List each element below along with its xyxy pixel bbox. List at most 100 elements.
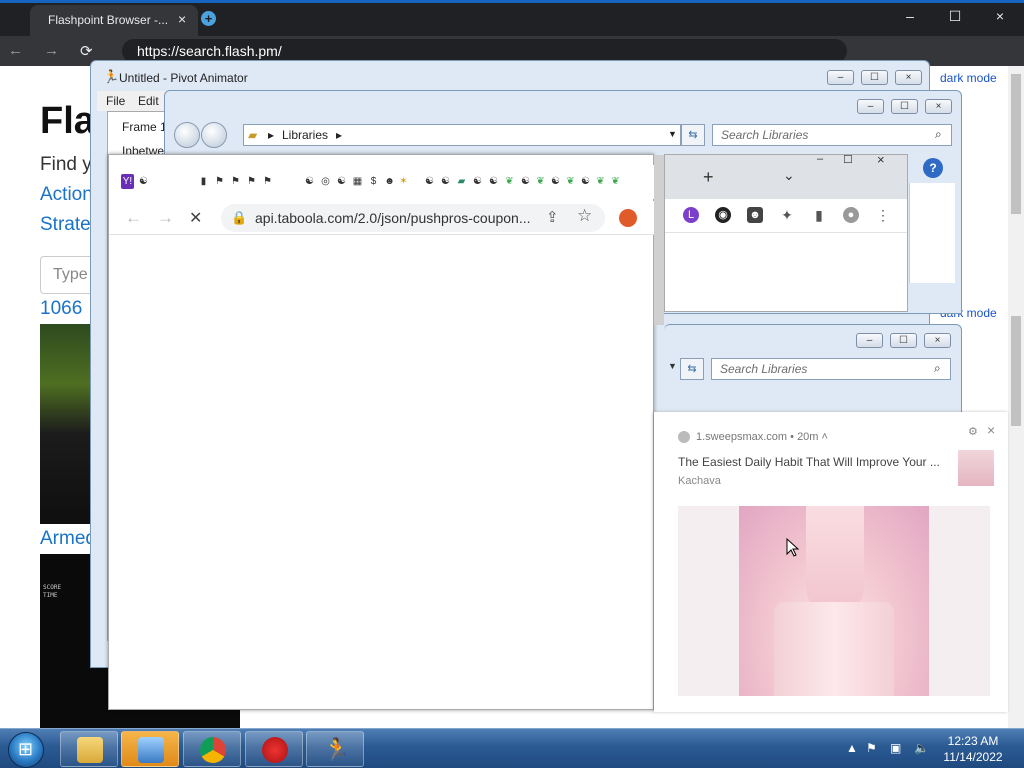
side-panel-icon[interactable]: ▮ <box>811 207 827 223</box>
tab-search-chevron-icon[interactable]: ⌄ <box>783 167 795 184</box>
chrome-minimize-icon[interactable]: – <box>817 153 823 165</box>
bookmark-star-icon[interactable]: ☆ <box>577 206 592 226</box>
fp-tab[interactable]: Flashpoint Browser -... × <box>30 5 198 36</box>
bookmark-22-icon[interactable]: ☯ <box>549 174 562 189</box>
bookmark-9-icon[interactable]: ☯ <box>335 174 348 189</box>
tray-expand-icon[interactable]: ▲ <box>846 741 858 755</box>
profile-avatar-icon[interactable]: ● <box>843 207 859 223</box>
menu-edit[interactable]: Edit <box>138 94 159 108</box>
bookmark-17-icon[interactable]: ☯ <box>471 174 484 189</box>
explorer1-maximize-button[interactable]: ☐ <box>891 99 918 114</box>
explorer1-minimize-button[interactable]: – <box>857 99 884 114</box>
chrome-menu-icon[interactable]: ⋮ <box>875 207 891 223</box>
address-libraries[interactable]: Libraries <box>282 128 328 142</box>
bookmark-15-icon[interactable]: ☯ <box>439 174 452 189</box>
popup-forward-icon[interactable]: → <box>157 208 174 228</box>
explorer-back-icon[interactable] <box>174 122 200 148</box>
bookmark-24-icon[interactable]: ☯ <box>579 174 592 189</box>
extension-orange-icon[interactable] <box>619 209 637 227</box>
bookmark-26-icon[interactable]: ❦ <box>609 174 622 189</box>
chrome-close-icon[interactable]: × <box>877 152 885 167</box>
stop-loading-icon[interactable]: ✕ <box>189 208 202 228</box>
bookmark-23-icon[interactable]: ❦ <box>564 174 577 189</box>
explorer2-refresh-icon[interactable]: ⇆ <box>680 358 704 380</box>
address-dropdown-icon[interactable]: ▼ <box>668 129 677 139</box>
notification-close-icon[interactable]: × <box>987 422 995 438</box>
taskbar-chrome-button[interactable] <box>183 731 241 767</box>
bookmark-18-icon[interactable]: ☯ <box>487 174 500 189</box>
bookmark-13-icon[interactable]: ✶ <box>397 174 410 189</box>
bookmark-25-icon[interactable]: ❦ <box>594 174 607 189</box>
reload-icon[interactable]: ⟳ <box>80 42 93 60</box>
new-tab-icon[interactable]: + <box>201 11 216 26</box>
bookmark-14-icon[interactable]: ☯ <box>423 174 436 189</box>
scroll-thumb[interactable] <box>1011 74 1021 214</box>
back-icon[interactable]: ← <box>8 42 23 59</box>
bookmark-11-icon[interactable]: $ <box>367 174 380 189</box>
start-button[interactable]: ⊞ <box>8 732 44 768</box>
notification-settings-icon[interactable]: ⚙ <box>968 425 978 438</box>
bookmark-4-icon[interactable]: ⚑ <box>229 174 242 189</box>
bookmark-21-icon[interactable]: ❦ <box>534 174 547 189</box>
link-strategy[interactable]: Strate <box>40 214 91 236</box>
bookmark-8-icon[interactable]: ◎ <box>319 174 332 189</box>
forward-icon[interactable]: → <box>44 42 59 59</box>
bookmark-10-icon[interactable]: ▦ <box>351 174 364 189</box>
bookmark-16-icon[interactable]: ▰ <box>455 174 468 189</box>
taskbar-pivot-button[interactable]: 🏃 <box>306 731 364 767</box>
taskbar-media-button[interactable] <box>121 731 179 767</box>
maximize-icon[interactable]: ☐ <box>945 8 965 25</box>
bookmark-12-icon[interactable]: ☻ <box>383 174 396 189</box>
bookmark-yahoo-icon[interactable]: Y! <box>121 174 134 189</box>
new-tab-plus-icon[interactable]: + <box>703 167 714 188</box>
explorer2-maximize-button[interactable]: ☐ <box>890 333 917 348</box>
taskbar-explorer-button[interactable] <box>60 731 118 767</box>
bookmark-7-icon[interactable]: ☯ <box>303 174 316 189</box>
scroll-thumb-2[interactable] <box>1011 316 1021 426</box>
pivot-maximize-button[interactable]: ☐ <box>861 70 888 85</box>
popup-scrollbar[interactable] <box>654 155 664 325</box>
game-title-1066[interactable]: 1066 <box>40 298 82 320</box>
taskbar-clock[interactable]: 12:23 AM 11/14/2022 <box>938 733 1008 765</box>
extension-l-icon[interactable]: L <box>683 207 699 223</box>
pivot-minimize-button[interactable]: – <box>827 70 854 85</box>
lock-icon[interactable]: 🔒 <box>231 204 247 232</box>
explorer1-close-button[interactable]: × <box>925 99 952 114</box>
bookmark-20-icon[interactable]: ☯ <box>519 174 532 189</box>
explorer-address-bar[interactable]: ▰ ▸ Libraries ▸ ▼ <box>243 124 681 146</box>
game-title-armed[interactable]: Armed <box>40 528 96 550</box>
bookmark-3-icon[interactable]: ⚑ <box>213 174 226 189</box>
bookmark-2-icon[interactable]: ▮ <box>197 174 210 189</box>
explorer-forward-icon[interactable] <box>201 122 227 148</box>
fp-scrollbar[interactable] <box>1008 66 1024 728</box>
action-center-flag-icon[interactable]: ⚑ <box>866 741 877 755</box>
explorer2-minimize-button[interactable]: – <box>856 333 883 348</box>
bookmark-5-icon[interactable]: ⚑ <box>245 174 258 189</box>
pivot-close-button[interactable]: × <box>895 70 922 85</box>
extension-avatar-icon[interactable]: ☻ <box>747 207 763 223</box>
explorer-refresh-icon[interactable]: ⇆ <box>681 124 705 146</box>
menu-file[interactable]: File <box>106 94 125 108</box>
share-icon[interactable]: ⇪ <box>546 208 559 226</box>
extension-roblox-icon[interactable]: ◉ <box>715 207 731 223</box>
bookmark-19-icon[interactable]: ❦ <box>503 174 516 189</box>
taskbar-flashpoint-button[interactable] <box>245 731 303 767</box>
minimize-icon[interactable]: – <box>900 8 920 24</box>
game-thumbnail-1066[interactable] <box>40 324 95 524</box>
help-icon[interactable]: ? <box>923 158 943 178</box>
chrome-maximize-icon[interactable]: ☐ <box>843 153 853 166</box>
address-dropdown-icon-2[interactable]: ▼ <box>668 361 677 371</box>
bookmark-1-icon[interactable]: ☯ <box>137 174 150 189</box>
bookmark-6-icon[interactable]: ⚑ <box>261 174 274 189</box>
extensions-puzzle-icon[interactable]: ✦ <box>779 207 795 223</box>
explorer2-search-input[interactable]: Search Libraries <box>711 358 951 380</box>
network-icon[interactable]: ▣ <box>890 741 901 755</box>
fp-tab-close-icon[interactable]: × <box>178 11 186 27</box>
explorer2-close-button[interactable]: × <box>924 333 951 348</box>
link-action[interactable]: Action <box>40 184 93 206</box>
push-notification[interactable]: 1.sweepsmax.com • 20m ˄ ⚙ × The Easiest … <box>654 412 1008 712</box>
dark-mode-link[interactable]: dark mode <box>940 71 997 85</box>
explorer-search-input[interactable]: Search Libraries <box>712 124 952 146</box>
popup-back-icon[interactable]: ← <box>125 208 142 228</box>
volume-icon[interactable]: 🔈 <box>914 741 929 755</box>
